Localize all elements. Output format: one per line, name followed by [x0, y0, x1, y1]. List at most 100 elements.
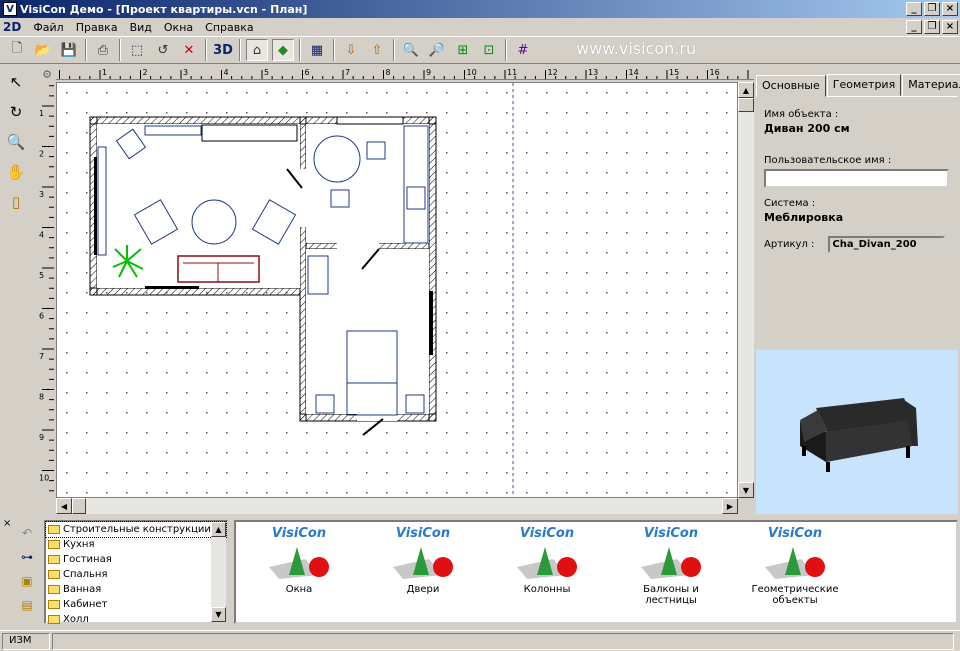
- menu-view[interactable]: Вид: [124, 21, 158, 34]
- tab-materials[interactable]: Материалы: [902, 74, 960, 96]
- gallery-item[interactable]: VisiCon Двери: [368, 526, 478, 595]
- back-arrow-icon[interactable]: ↶: [16, 522, 38, 544]
- save-icon[interactable]: 💾: [58, 39, 80, 61]
- pan-hand-icon[interactable]: ✋: [2, 158, 30, 186]
- vertical-scrollbar[interactable]: ▲ ▼: [738, 82, 754, 498]
- menu-help[interactable]: Справка: [199, 21, 259, 34]
- zoom-in-icon[interactable]: 🔍: [400, 39, 422, 61]
- window-left[interactable]: [94, 157, 97, 255]
- toolbar-separator: [85, 39, 87, 61]
- floor-plan[interactable]: [57, 83, 738, 498]
- menu-edit[interactable]: Правка: [70, 21, 124, 34]
- list-item[interactable]: Кабинет: [46, 597, 226, 612]
- plan-view-icon[interactable]: ▯: [2, 188, 30, 216]
- ruler-label: 1: [39, 109, 44, 118]
- visicon-logo: VisiCon: [643, 526, 699, 541]
- scroll-up-icon[interactable]: ▲: [211, 522, 226, 537]
- gallery-item[interactable]: VisiCon Окна: [244, 526, 354, 595]
- list-item[interactable]: Кухня: [46, 537, 226, 552]
- radiator[interactable]: [97, 146, 107, 256]
- horizontal-scrollbar[interactable]: ◀ ▶: [56, 498, 738, 514]
- rotate-view-icon[interactable]: ↻: [2, 98, 30, 126]
- delete-icon[interactable]: ✕: [178, 39, 200, 61]
- scroll-down-icon[interactable]: ▼: [211, 607, 226, 622]
- category-list[interactable]: Строительные конструкции Кухня Гостиная …: [44, 520, 228, 627]
- toolbar-separator: [205, 39, 207, 61]
- scroll-thumb[interactable]: [72, 498, 86, 514]
- plan-canvas[interactable]: [56, 82, 738, 498]
- gallery-item[interactable]: VisiCon Геометрические объекты: [740, 526, 850, 606]
- toolbar-separator: [119, 39, 121, 61]
- scroll-right-icon[interactable]: ▶: [722, 498, 738, 514]
- catalog-shapes-icon: [765, 547, 825, 579]
- import-icon[interactable]: ⇩: [340, 39, 362, 61]
- materials-icon[interactable]: ◆: [272, 39, 294, 61]
- new-file-icon[interactable]: 🗋: [6, 39, 28, 61]
- gallery-item[interactable]: VisiCon Балконы и лестницы: [616, 526, 726, 606]
- scroll-thumb[interactable]: [738, 98, 754, 112]
- menu-file[interactable]: Файл: [27, 21, 69, 34]
- ruler-label: 3: [39, 190, 44, 199]
- list-item[interactable]: Ванная: [46, 582, 226, 597]
- grid-icon[interactable]: #: [512, 39, 534, 61]
- doc-close-button[interactable]: ×: [942, 20, 958, 34]
- doc-restore-button[interactable]: ❐: [924, 20, 940, 34]
- list-item[interactable]: Строительные конструкции: [45, 521, 227, 538]
- category-scrollbar[interactable]: ▲ ▼: [211, 522, 226, 622]
- panel-close-icon[interactable]: ×: [3, 518, 11, 529]
- toolbar-separator: [393, 39, 395, 61]
- folder-icon: [48, 570, 60, 579]
- category-label: Кабинет: [63, 599, 108, 610]
- table-icon[interactable]: ▦: [306, 39, 328, 61]
- ruler-label: 4: [224, 68, 229, 77]
- close-button[interactable]: ×: [942, 2, 958, 16]
- zoom-window-icon[interactable]: ⊞: [452, 39, 474, 61]
- open-folder-icon[interactable]: ▤: [16, 594, 38, 616]
- site-url-watermark: www.visicon.ru: [576, 39, 697, 58]
- doc-minimize-button[interactable]: _: [906, 20, 922, 34]
- window-title: VisiCon Демо - [Проект квартиры.vcn - Пл…: [20, 2, 308, 16]
- gallery-label: Колонны: [523, 584, 571, 595]
- zoom-out-icon[interactable]: 🔎: [426, 39, 448, 61]
- article-field[interactable]: Cha_Divan_200: [828, 236, 946, 253]
- app-icon: V: [3, 2, 17, 16]
- print-icon[interactable]: ⎙: [92, 39, 114, 61]
- open-folder-icon[interactable]: 📂: [32, 39, 54, 61]
- list-item[interactable]: Холл: [46, 612, 226, 627]
- snap-icon[interactable]: ⌂: [246, 39, 268, 61]
- select-group-icon[interactable]: ⬚: [126, 39, 148, 61]
- ruler-corner[interactable]: ⚙: [38, 66, 56, 82]
- user-name-field[interactable]: [764, 169, 949, 188]
- folder-icon[interactable]: ▣: [16, 570, 38, 592]
- list-item[interactable]: Спальня: [46, 567, 226, 582]
- gallery-label: Геометрические объекты: [751, 584, 839, 606]
- 3d-preview[interactable]: [756, 350, 958, 514]
- ruler-label: 10: [467, 68, 477, 77]
- window-right[interactable]: [429, 291, 433, 355]
- ruler-label: 9: [426, 68, 431, 77]
- ruler-label: 2: [39, 150, 44, 159]
- ruler-label: 16: [710, 68, 720, 77]
- pointer-icon[interactable]: ↖: [2, 68, 30, 96]
- system-label: Система :: [764, 198, 816, 209]
- ruler-label: 6: [305, 68, 310, 77]
- menu-windows[interactable]: Окна: [158, 21, 199, 34]
- gallery-item[interactable]: VisiCon Колонны: [492, 526, 602, 595]
- tree-view-icon[interactable]: ⊶: [16, 546, 38, 568]
- minimize-button[interactable]: _: [906, 2, 922, 16]
- window-bottom[interactable]: [145, 286, 199, 289]
- list-item[interactable]: Гостиная: [46, 552, 226, 567]
- scroll-down-icon[interactable]: ▼: [738, 482, 754, 498]
- scroll-up-icon[interactable]: ▲: [738, 82, 754, 98]
- tab-geometry[interactable]: Геометрия: [826, 74, 902, 96]
- zoom-tool-icon[interactable]: 🔍: [2, 128, 30, 156]
- restore-button[interactable]: ❐: [924, 2, 940, 16]
- gallery-label: Двери: [406, 584, 440, 595]
- view-3d-button[interactable]: 3D: [212, 39, 234, 61]
- rotate-90-icon[interactable]: ↺: [152, 39, 174, 61]
- scroll-left-icon[interactable]: ◀: [56, 498, 72, 514]
- tab-basic[interactable]: Основные: [756, 75, 826, 97]
- export-icon[interactable]: ⇧: [366, 39, 388, 61]
- zoom-all-icon[interactable]: ⊡: [478, 39, 500, 61]
- category-label: Гостиная: [63, 554, 112, 565]
